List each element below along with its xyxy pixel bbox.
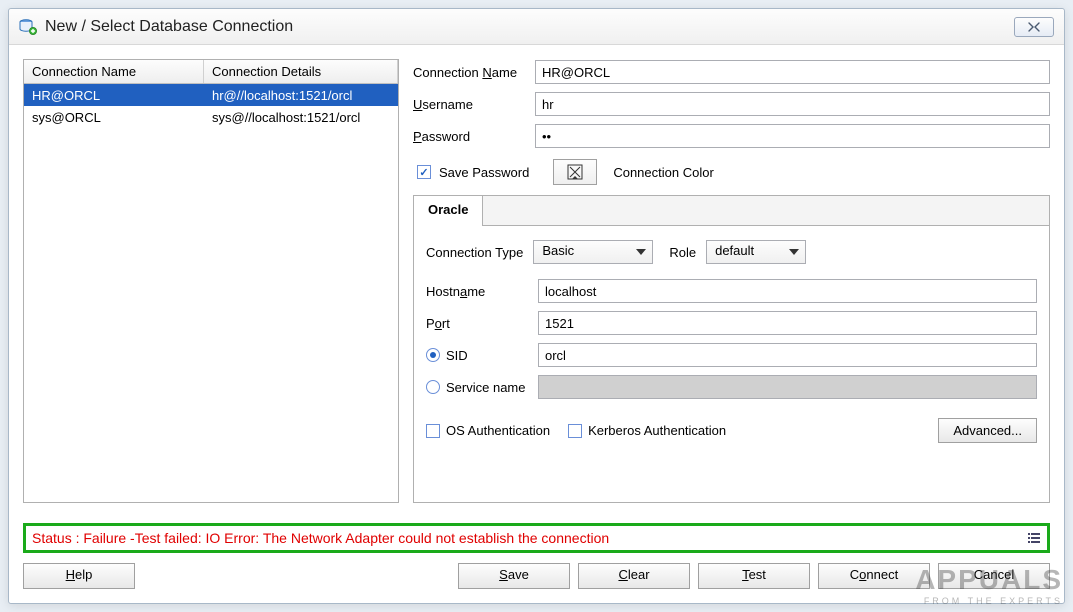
save-button[interactable]: Save — [458, 563, 570, 589]
username-label: Username — [413, 97, 535, 112]
role-select[interactable]: default — [706, 240, 806, 264]
form-pane: Connection Name Username Password Save P… — [413, 59, 1050, 503]
cell-name: HR@ORCL — [24, 86, 204, 105]
titlebar: New / Select Database Connection — [9, 9, 1064, 45]
password-input[interactable] — [535, 124, 1050, 148]
save-password-label: Save Password — [439, 165, 529, 180]
service-name-radio[interactable] — [426, 380, 440, 394]
tab-oracle[interactable]: Oracle — [413, 195, 483, 226]
close-button[interactable] — [1014, 17, 1054, 37]
connections-table: Connection Name Connection Details HR@OR… — [23, 59, 399, 503]
cell-details: sys@//localhost:1521/orcl — [204, 108, 398, 127]
tab-container: Oracle Connection Type Basic Role defaul… — [413, 195, 1050, 503]
connection-type-select[interactable]: Basic — [533, 240, 653, 264]
password-label: Password — [413, 129, 535, 144]
column-header-details[interactable]: Connection Details — [204, 60, 398, 83]
sid-input[interactable] — [538, 343, 1037, 367]
sid-radio-label[interactable]: SID — [426, 348, 538, 363]
connection-color-label: Connection Color — [613, 165, 713, 180]
save-password-checkbox[interactable] — [417, 165, 431, 179]
service-name-input[interactable] — [538, 375, 1037, 399]
cell-name: sys@ORCL — [24, 108, 204, 127]
port-input[interactable] — [538, 311, 1037, 335]
advanced-button[interactable]: Advanced... — [938, 418, 1037, 443]
os-auth-checkbox[interactable] — [426, 424, 440, 438]
tab-strip: Oracle — [414, 196, 1049, 226]
tab-content-oracle: Connection Type Basic Role default Hostn… — [414, 225, 1049, 502]
database-icon — [19, 18, 37, 36]
username-input[interactable] — [535, 92, 1050, 116]
kerberos-auth-checkbox[interactable] — [568, 424, 582, 438]
service-name-radio-label[interactable]: Service name — [426, 380, 538, 395]
kerberos-auth-label: Kerberos Authentication — [588, 423, 726, 438]
hostname-label: Hostname — [426, 284, 538, 299]
cell-details: hr@//localhost:1521/orcl — [204, 86, 398, 105]
connect-button[interactable]: Connect — [818, 563, 930, 589]
role-label: Role — [669, 245, 696, 260]
dialog-body: Connection Name Connection Details HR@OR… — [9, 45, 1064, 517]
status-text: Status : Failure -Test failed: IO Error:… — [32, 530, 1027, 546]
table-header: Connection Name Connection Details — [24, 60, 398, 84]
connection-name-label: Connection Name — [413, 65, 535, 80]
list-icon[interactable] — [1027, 531, 1041, 545]
connection-color-button[interactable] — [553, 159, 597, 185]
button-bar: Help Save Clear Test Connect Cancel — [9, 553, 1064, 603]
status-bar: Status : Failure -Test failed: IO Error:… — [23, 523, 1050, 553]
cancel-button[interactable]: Cancel — [938, 563, 1050, 589]
connection-dialog: New / Select Database Connection Connect… — [8, 8, 1065, 604]
connection-name-input[interactable] — [535, 60, 1050, 84]
connection-type-label: Connection Type — [426, 245, 523, 260]
sid-radio[interactable] — [426, 348, 440, 362]
os-auth-label: OS Authentication — [446, 423, 550, 438]
hostname-input[interactable] — [538, 279, 1037, 303]
help-button[interactable]: Help — [23, 563, 135, 589]
clear-button[interactable]: Clear — [578, 563, 690, 589]
test-button[interactable]: Test — [698, 563, 810, 589]
column-header-name[interactable]: Connection Name — [24, 60, 204, 83]
table-row[interactable]: sys@ORCL sys@//localhost:1521/orcl — [24, 106, 398, 128]
window-title: New / Select Database Connection — [45, 18, 1014, 36]
port-label: Port — [426, 316, 538, 331]
table-row[interactable]: HR@ORCL hr@//localhost:1521/orcl — [24, 84, 398, 106]
